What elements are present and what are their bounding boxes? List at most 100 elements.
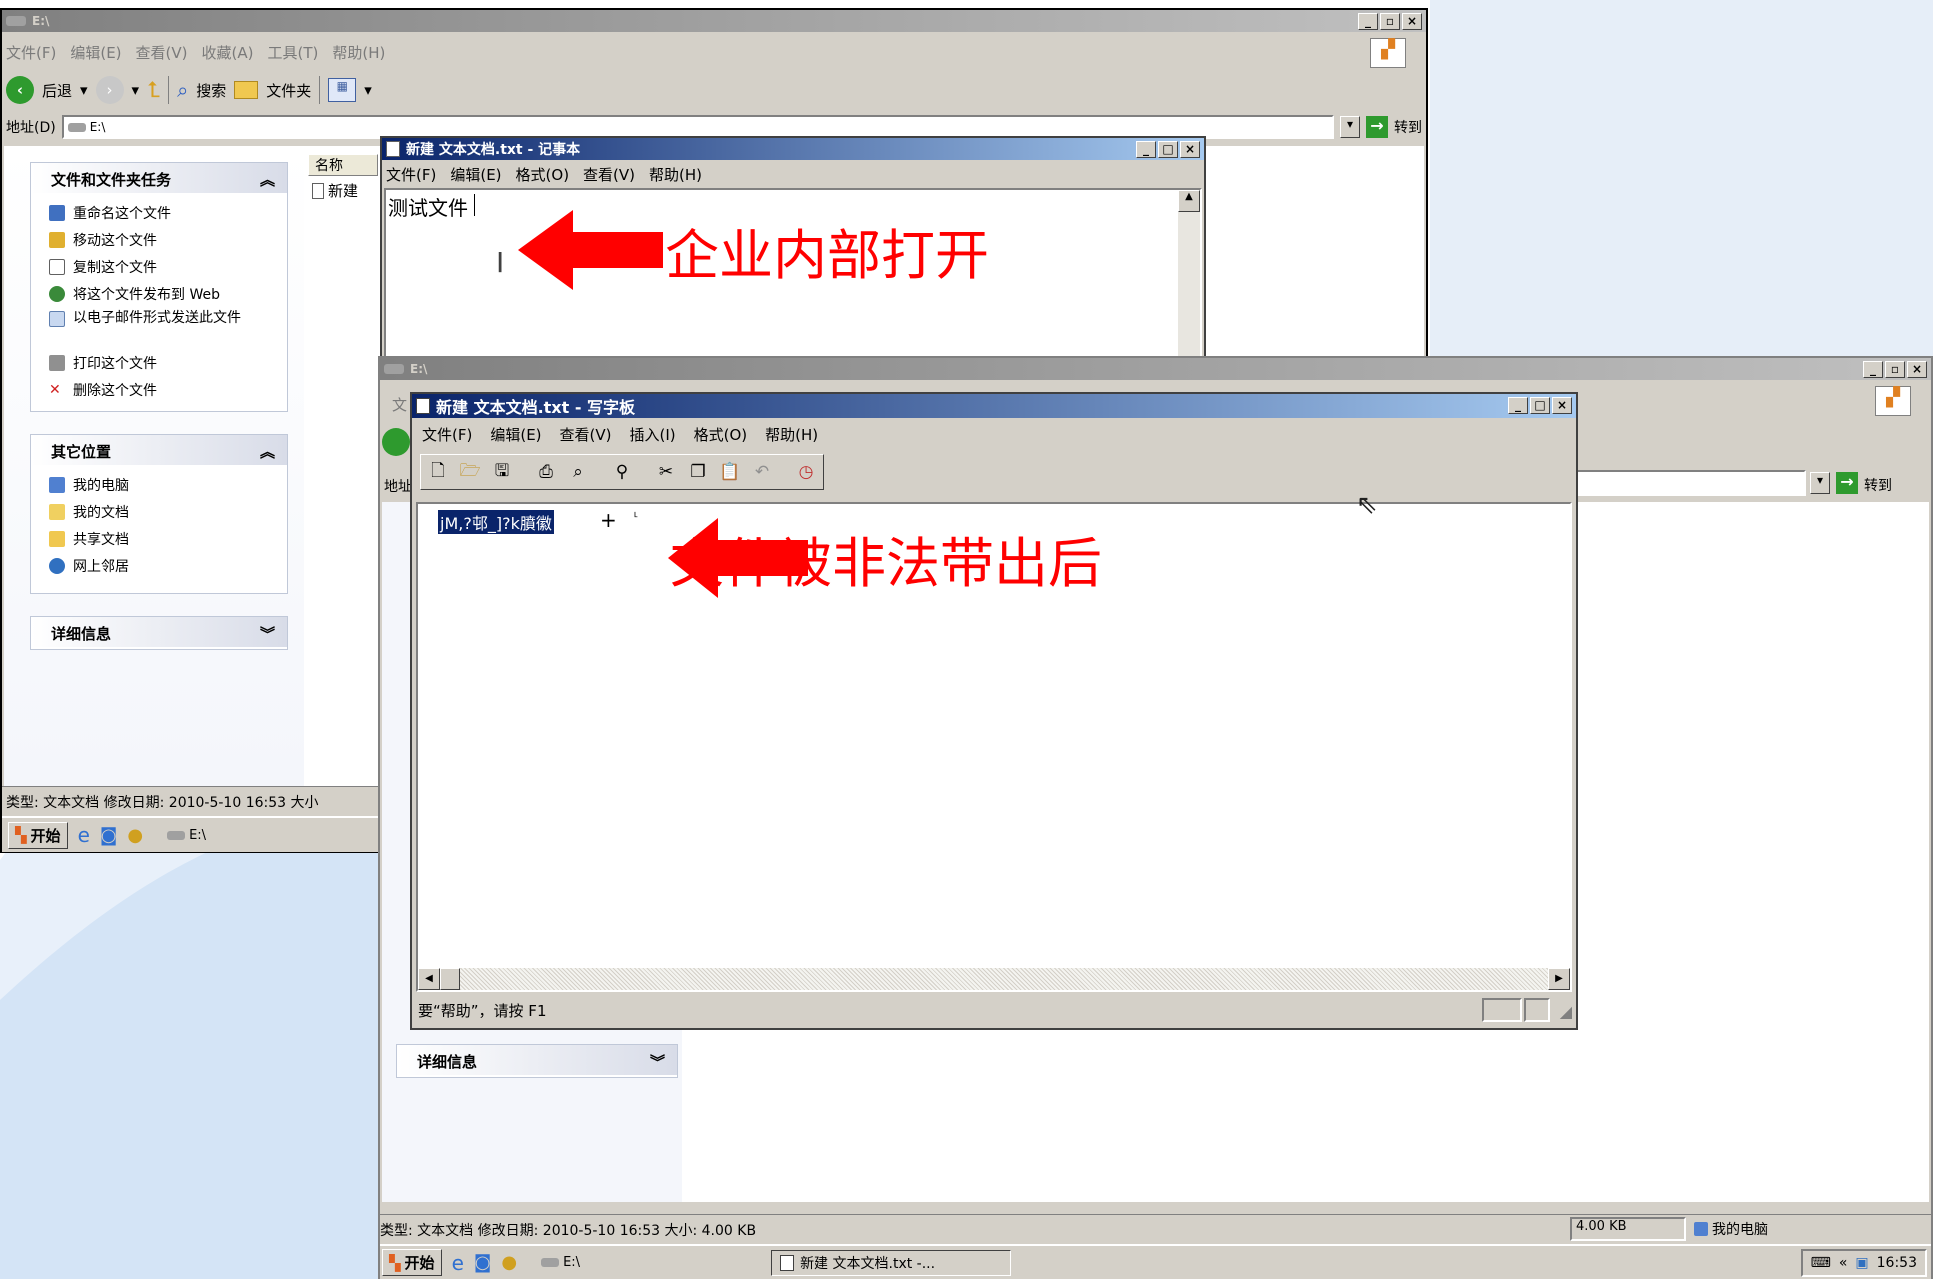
menu-format[interactable]: 格式(O) — [694, 424, 748, 445]
menu-file[interactable]: 文件(F) — [386, 164, 436, 185]
explorer-front-menu-partial[interactable]: 文 — [392, 394, 407, 415]
views-dropdown-icon[interactable]: ▾ — [364, 81, 372, 99]
task-delete[interactable]: ✕ 删除这个文件 — [49, 380, 157, 400]
other-places-header[interactable]: 其它位置 ︽ — [31, 435, 287, 465]
menu-edit[interactable]: 编辑(E) — [490, 424, 541, 445]
desktop-quicklaunch-icon[interactable]: ◙ — [474, 1252, 491, 1273]
forward-arrow-icon[interactable]: › — [95, 76, 124, 104]
expand-chevron-icon[interactable]: ︾ — [260, 623, 275, 644]
tray-expand-icon[interactable]: « — [1839, 1255, 1848, 1271]
open-folder-icon[interactable]: 🗁 — [455, 457, 485, 487]
media-quicklaunch-icon[interactable]: ● — [127, 825, 143, 846]
menu-view[interactable]: 查看(V) — [560, 424, 612, 445]
explorer-front-titlebar[interactable]: E:\ _ ▫ × — [380, 358, 1931, 380]
maximize-button[interactable]: □ — [1158, 141, 1178, 158]
scroll-thumb[interactable] — [440, 968, 460, 990]
menu-help[interactable]: 帮助(H) — [765, 424, 818, 445]
wordpad-titlebar[interactable]: 新建 文本文档.txt - 写字板 _ □ × — [412, 394, 1576, 418]
menu-tools[interactable]: 工具(T) — [267, 42, 318, 63]
back-button[interactable]: 后退 — [42, 80, 72, 101]
task-email[interactable]: 以电子邮件形式发送此文件 — [49, 311, 253, 327]
desktop-quicklaunch-icon[interactable]: ◙ — [100, 825, 117, 846]
go-arrow-icon[interactable]: → — [1366, 116, 1388, 138]
menu-view[interactable]: 查看(V) — [136, 42, 188, 63]
scroll-right-arrow-icon[interactable]: ▶ — [1548, 968, 1570, 990]
insert-datetime-icon[interactable]: ◷ — [791, 457, 821, 487]
up-folder-icon[interactable]: ⮤ — [147, 78, 160, 103]
scroll-left-arrow-icon[interactable]: ◀ — [418, 968, 440, 990]
notepad-titlebar[interactable]: 新建 文本文档.txt - 记事本 _ □ × — [382, 138, 1204, 160]
maximize-button[interactable]: ▫ — [1380, 13, 1400, 30]
views-icon[interactable]: ▦ — [328, 78, 357, 102]
task-rename[interactable]: 重命名这个文件 — [49, 203, 171, 223]
folders-icon[interactable] — [234, 81, 259, 99]
minimize-button[interactable]: _ — [1863, 361, 1883, 378]
copy-icon[interactable]: ❐ — [683, 457, 713, 487]
undo-icon[interactable]: ↶ — [747, 457, 777, 487]
resize-grip-icon[interactable]: ◢ — [1560, 1002, 1572, 1021]
collapse-chevron-icon[interactable]: ︽ — [260, 441, 275, 462]
notepad-vscrollbar[interactable]: ▲ — [1178, 190, 1200, 357]
menu-edit[interactable]: 编辑(E) — [70, 42, 121, 63]
minimize-button[interactable]: _ — [1358, 13, 1378, 30]
file-list-item[interactable]: 新建 — [312, 180, 358, 201]
menu-file[interactable]: 文件(F) — [422, 424, 472, 445]
search-icon[interactable]: ⌕ — [177, 78, 188, 102]
close-button[interactable]: × — [1907, 361, 1927, 378]
menu-format[interactable]: 格式(O) — [516, 164, 570, 185]
menu-edit[interactable]: 编辑(E) — [450, 164, 501, 185]
place-shared-documents[interactable]: 共享文档 — [49, 529, 129, 549]
forward-dropdown-icon[interactable]: ▾ — [132, 81, 140, 99]
address-dropdown-icon[interactable]: ▾ — [1340, 116, 1360, 138]
minimize-button[interactable]: _ — [1508, 397, 1528, 414]
save-icon[interactable]: 🖫 — [487, 457, 517, 487]
address-input-front[interactable] — [1576, 470, 1806, 496]
menu-favorites[interactable]: 收藏(A) — [202, 42, 254, 63]
collapse-chevron-icon[interactable]: ︽ — [260, 169, 275, 190]
menu-view[interactable]: 查看(V) — [583, 164, 635, 185]
task-publish-web[interactable]: 将这个文件发布到 Web — [49, 284, 220, 304]
search-button[interactable]: 搜索 — [196, 80, 226, 101]
start-button[interactable]: ▚ 开始 — [8, 821, 68, 849]
place-network[interactable]: 网上邻居 — [49, 556, 129, 576]
go-button-front[interactable]: 转到 — [1864, 475, 1892, 495]
menu-insert[interactable]: 插入(I) — [630, 424, 676, 445]
keyboard-icon[interactable]: ⌨ — [1811, 1255, 1831, 1271]
explorer-back-titlebar[interactable]: E:\ _ ▫ × — [2, 10, 1426, 32]
task-copy[interactable]: 复制这个文件 — [49, 257, 157, 277]
find-icon[interactable]: ⚲ — [607, 457, 637, 487]
back-arrow-icon[interactable]: ‹ — [6, 76, 34, 104]
menu-file[interactable]: 文件(F) — [6, 42, 56, 63]
details-header-front[interactable]: 详细信息 ︾ — [397, 1045, 677, 1075]
media-quicklaunch-icon[interactable]: ● — [501, 1252, 517, 1273]
go-arrow-icon[interactable]: → — [1836, 472, 1858, 494]
taskbar-item-explorer[interactable]: E:\ — [167, 828, 206, 843]
place-my-computer[interactable]: 我的电脑 — [49, 475, 129, 495]
minimize-button[interactable]: _ — [1136, 141, 1156, 158]
print-icon[interactable]: ⎙ — [531, 457, 561, 487]
network-tray-icon[interactable]: ▣ — [1855, 1255, 1868, 1271]
new-document-icon[interactable]: 🗋 — [423, 457, 453, 487]
column-header-name[interactable]: 名称 — [308, 154, 378, 176]
details-header-back[interactable]: 详细信息 ︾ — [31, 617, 287, 647]
taskbar-item-explorer[interactable]: E:\ — [541, 1255, 761, 1270]
close-button[interactable]: × — [1552, 397, 1572, 414]
menu-help[interactable]: 帮助(H) — [332, 42, 385, 63]
taskbar-item-wordpad[interactable]: 新建 文本文档.txt -... — [771, 1249, 1012, 1276]
maximize-button[interactable]: ▫ — [1885, 361, 1905, 378]
go-button[interactable]: 转到 — [1394, 117, 1422, 137]
address-dropdown-icon[interactable]: ▾ — [1810, 472, 1830, 494]
place-my-documents[interactable]: 我的文档 — [49, 502, 129, 522]
scroll-up-arrow-icon[interactable]: ▲ — [1178, 190, 1200, 212]
paste-icon[interactable]: 📋 — [715, 457, 745, 487]
start-button[interactable]: ▚ 开始 — [382, 1249, 442, 1276]
print-preview-icon[interactable]: ⌕ — [563, 457, 593, 487]
task-move[interactable]: 移动这个文件 — [49, 230, 157, 250]
clock[interactable]: 16:53 — [1877, 1255, 1917, 1271]
wordpad-hscrollbar[interactable]: ◀ ▶ — [418, 968, 1570, 990]
maximize-button[interactable]: □ — [1530, 397, 1550, 414]
close-button[interactable]: × — [1402, 13, 1422, 30]
ie-quicklaunch-icon[interactable]: e — [78, 823, 90, 847]
task-print[interactable]: 打印这个文件 — [49, 353, 157, 373]
file-tasks-header[interactable]: 文件和文件夹任务 ︽ — [31, 163, 287, 193]
